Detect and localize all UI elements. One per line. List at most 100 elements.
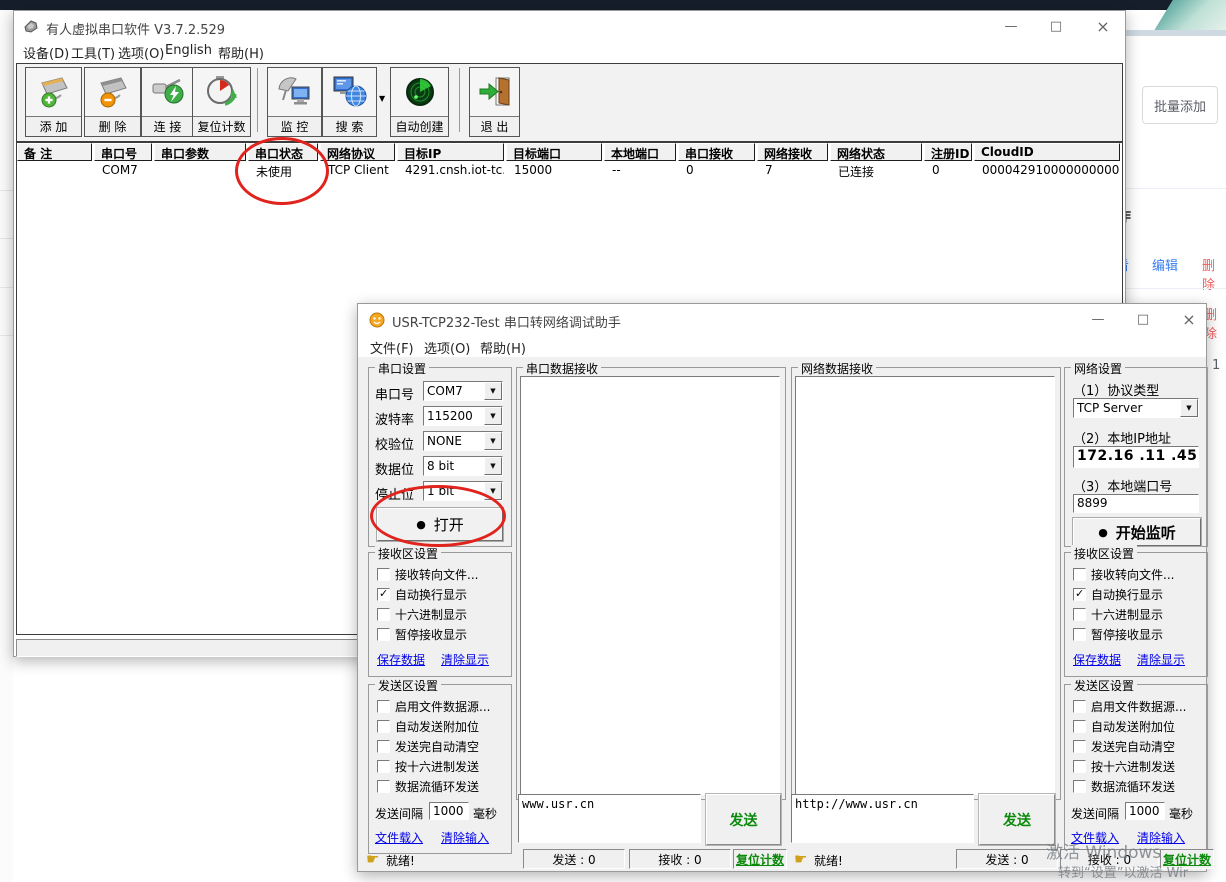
auto-create-button[interactable]: 自动创建 — [390, 67, 449, 137]
port-list-header: 备 注 串口号 串口参数 串口状态 网络协议 目标IP 目标端口 本地端口 串口… — [17, 143, 1122, 161]
net-reset-count-link[interactable]: 复位计数 — [1160, 849, 1214, 869]
chevron-down-icon[interactable]: ▼ — [484, 432, 502, 450]
send-as-hex-checkbox[interactable] — [377, 760, 390, 773]
clear-input-link[interactable]: 清除输入 — [441, 829, 489, 846]
clear-display-link[interactable]: 清除显示 — [1137, 651, 1185, 668]
menu-help[interactable]: 帮助(H) — [218, 43, 264, 62]
net-rx-textarea[interactable] — [795, 376, 1055, 795]
clear-display-link[interactable]: 清除显示 — [441, 651, 489, 668]
test-close-button[interactable]: × — [1172, 304, 1206, 334]
background-page-left-strip — [0, 10, 13, 882]
pause-recv-checkbox[interactable] — [1073, 628, 1086, 641]
connect-button[interactable]: 连 接 — [141, 67, 194, 137]
auto-send-append-checkbox[interactable] — [377, 720, 390, 733]
com-port-select[interactable]: COM7 ▼ — [423, 381, 503, 401]
send-settings-group-right: 发送区设置 启用文件数据源... 自动发送附加位 发送完自动清空 按十六进制发送 — [1064, 684, 1208, 854]
loop-send-checkbox[interactable] — [1073, 780, 1086, 793]
load-file-link[interactable]: 文件载入 — [1071, 829, 1119, 846]
serial-send-button[interactable]: 发送 — [706, 794, 781, 845]
col-target-ip[interactable]: 目标IP — [397, 143, 504, 161]
vcom-close-button[interactable]: × — [1086, 11, 1120, 41]
serial-tx-count: 发送 : 0 — [523, 849, 625, 869]
serial-rx-count: 接收 : 0 — [629, 849, 731, 869]
batch-add-button[interactable]: 批量添加 — [1142, 86, 1218, 124]
serial-reset-count-link[interactable]: 复位计数 — [733, 849, 787, 869]
protocol-type-select[interactable]: TCP Server ▼ — [1073, 398, 1199, 418]
serial-send-input[interactable]: www.usr.cn — [518, 794, 701, 843]
chevron-down-icon[interactable]: ▼ — [484, 457, 502, 475]
auto-wrap-checkbox[interactable]: ✓ — [1073, 588, 1086, 601]
vcom-toolbar: 添 加 删 除 — [16, 63, 1123, 142]
test-window: USR-TCP232-Test 串口转网络调试助手 — □ × 文件(F) 选项… — [357, 303, 1207, 872]
test-titlebar[interactable]: USR-TCP232-Test 串口转网络调试助手 — □ × — [358, 304, 1206, 334]
col-net-rx[interactable]: 网络接收 — [757, 143, 828, 161]
baud-rate-select[interactable]: 115200 ▼ — [423, 406, 503, 426]
menu-file[interactable]: 文件(F) — [370, 338, 414, 357]
serial-rx-textarea[interactable] — [520, 376, 780, 795]
col-port[interactable]: 串口号 — [94, 143, 152, 161]
exit-button[interactable]: 退 出 — [469, 67, 520, 137]
menu-options[interactable]: 选项(O) — [118, 43, 164, 62]
save-data-link[interactable]: 保存数据 — [1073, 651, 1121, 668]
file-source-checkbox[interactable] — [1073, 700, 1086, 713]
recv-to-file-checkbox[interactable] — [377, 568, 390, 581]
net-send-button[interactable]: 发送 — [979, 794, 1055, 845]
menu-help2[interactable]: 帮助(H) — [480, 338, 526, 357]
chevron-down-icon[interactable]: ▼ — [484, 382, 502, 400]
net-send-input[interactable]: http://www.usr.cn — [791, 794, 974, 843]
send-interval-input[interactable]: 1000 — [429, 802, 469, 820]
file-source-checkbox[interactable] — [377, 700, 390, 713]
send-as-hex-checkbox[interactable] — [1073, 760, 1086, 773]
col-net-status[interactable]: 网络状态 — [830, 143, 922, 161]
recv-to-file-checkbox[interactable] — [1073, 568, 1086, 581]
chevron-down-icon[interactable]: ▼ — [484, 407, 502, 425]
delete-link-2[interactable]: 删除 — [1204, 304, 1226, 342]
loop-send-checkbox[interactable] — [377, 780, 390, 793]
auto-wrap-checkbox[interactable]: ✓ — [377, 588, 390, 601]
monitor-button[interactable]: 监 控 — [267, 67, 322, 137]
port-list-row[interactable]: COM7 未使用 TCP Client 4291.cnsh.iot-tc... … — [17, 162, 1122, 179]
local-ip-input[interactable]: 172.16 .11 .45 — [1073, 446, 1199, 468]
save-data-link[interactable]: 保存数据 — [377, 651, 425, 668]
clear-input-link[interactable]: 清除输入 — [1137, 829, 1185, 846]
local-port-input[interactable]: 8899 — [1073, 494, 1199, 513]
hex-display-row: 十六进制显示 — [377, 607, 467, 621]
menu-device[interactable]: 设备(D) — [23, 43, 69, 62]
desktop-top-strip — [0, 0, 1226, 10]
test-minimize-button[interactable]: — — [1081, 304, 1115, 334]
col-remark[interactable]: 备 注 — [17, 143, 92, 161]
reset-count-button[interactable]: 复位计数 — [192, 67, 251, 137]
chevron-down-icon[interactable]: ▼ — [1180, 399, 1198, 417]
menu-tools[interactable]: 工具(T) — [71, 43, 115, 62]
vcom-minimize-button[interactable]: — — [994, 11, 1028, 41]
data-bits-select[interactable]: 8 bit ▼ — [423, 456, 503, 476]
vcom-titlebar[interactable]: 有人虚拟串口软件 V3.7.2.529 — □ × — [14, 11, 1125, 41]
delete-vcom-button[interactable]: 删 除 — [84, 67, 141, 137]
col-target-port[interactable]: 目标端口 — [506, 143, 602, 161]
add-vcom-button[interactable]: 添 加 — [25, 67, 82, 137]
edit-link[interactable]: 编辑 — [1152, 255, 1178, 274]
send-interval-input[interactable]: 1000 — [1125, 802, 1165, 820]
test-maximize-button[interactable]: □ — [1126, 304, 1160, 334]
search-dropdown-arrow[interactable]: ▼ — [379, 94, 385, 103]
col-local-port[interactable]: 本地端口 — [604, 143, 676, 161]
vcom-maximize-button[interactable]: □ — [1039, 11, 1073, 41]
clear-after-send-checkbox[interactable] — [377, 740, 390, 753]
start-listen-button[interactable]: ● 开始监听 — [1073, 518, 1201, 546]
col-cloud-id[interactable]: CloudID — [974, 143, 1120, 161]
col-port-params[interactable]: 串口参数 — [154, 143, 246, 161]
col-reg-id[interactable]: 注册ID — [924, 143, 972, 161]
hex-display-checkbox[interactable] — [1073, 608, 1086, 621]
search-button[interactable]: 搜 索 — [322, 67, 377, 137]
menu-option[interactable]: 选项(O) — [424, 338, 470, 357]
parity-select[interactable]: NONE ▼ — [423, 431, 503, 451]
col-serial-rx[interactable]: 串口接收 — [678, 143, 755, 161]
menu-english[interactable]: English — [165, 43, 212, 58]
auto-send-append-checkbox[interactable] — [1073, 720, 1086, 733]
col-protocol[interactable]: 网络协议 — [320, 143, 395, 161]
load-file-link[interactable]: 文件载入 — [375, 829, 423, 846]
hex-display-checkbox[interactable] — [377, 608, 390, 621]
clear-after-send-checkbox[interactable] — [1073, 740, 1086, 753]
net-rx-group: 网络数据接收 — [791, 367, 1061, 800]
pause-recv-checkbox[interactable] — [377, 628, 390, 641]
